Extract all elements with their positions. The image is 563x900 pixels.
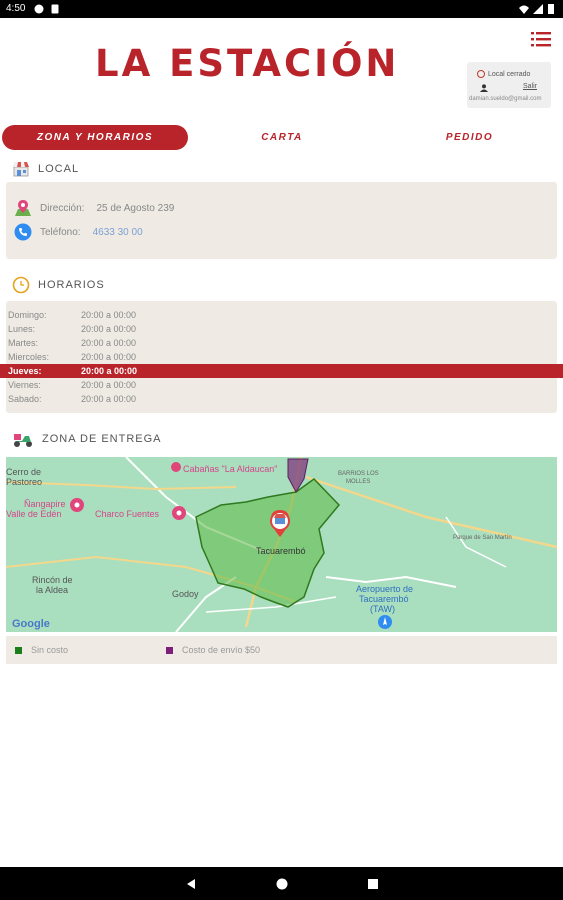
- tab-pedido[interactable]: PEDIDO: [376, 125, 563, 150]
- address-label: Dirección:: [40, 202, 85, 214]
- day-time: 20:00 a 00:00: [81, 380, 137, 390]
- phone-row: Teléfono: 4633 30 00: [14, 223, 143, 241]
- closed-status: Local cerrado: [477, 70, 530, 78]
- menu-list-icon[interactable]: [531, 30, 551, 48]
- cabanas-pin: [171, 462, 181, 472]
- legend-label: Sin costo: [31, 645, 69, 655]
- recents-icon[interactable]: [366, 877, 380, 891]
- delivery-scooter-icon: [14, 434, 32, 447]
- local-panel: Dirección: 25 de Agosto 239 Teléfono: 46…: [6, 182, 557, 259]
- legend-swatch-purple: [166, 646, 173, 654]
- map-label-cabanas: Cabañas "La Aldaucan": [183, 464, 277, 474]
- day-time: 20:00 a 00:00: [81, 310, 137, 320]
- hour-row-miercoles: Miercoles: 20:00 a 00:00: [0, 350, 557, 364]
- store-icon: [13, 162, 29, 177]
- phone-icon: [14, 223, 32, 241]
- map-label-godoy: Godoy: [172, 589, 199, 599]
- legend-item-sin-costo: Sin costo: [15, 645, 68, 655]
- wifi-icon: [519, 5, 529, 14]
- back-icon[interactable]: [184, 877, 198, 891]
- google-logo: Google: [12, 618, 50, 630]
- status-bar: 4:50: [0, 0, 563, 18]
- map-label-aeropuerto-3: (TAW): [370, 604, 395, 614]
- tab-zona-horarios[interactable]: ZONA Y HORARIOS: [2, 125, 188, 150]
- signal-icon: [533, 4, 543, 14]
- airport-pin: [378, 615, 392, 629]
- hour-row-sabado: Sabado: 20:00 a 00:00: [0, 392, 557, 406]
- navigation-bar: [0, 867, 563, 900]
- map-label-nangapire-1: Ñangapire: [24, 499, 66, 509]
- day-label: Martes:: [8, 338, 39, 348]
- user-email: damian.sueldo@gmail.com: [469, 96, 542, 102]
- day-label: Jueves:: [8, 366, 42, 376]
- notification-icon: [34, 4, 44, 14]
- local-section-title: LOCAL: [12, 160, 79, 178]
- map-label-nangapire-2: Valle de Edén: [6, 509, 61, 519]
- address-value: 25 de Agosto 239: [96, 202, 175, 214]
- day-time: 20:00 a 00:00: [81, 366, 138, 376]
- map-label-aeropuerto-2: Tacuarembó: [359, 594, 409, 604]
- legend-swatch-green: [15, 646, 22, 654]
- battery-icon: [548, 4, 554, 14]
- user-icon: [480, 84, 488, 92]
- zona-title: ZONA DE ENTREGA: [42, 433, 162, 445]
- day-time: 20:00 a 00:00: [81, 352, 137, 362]
- sd-card-icon: [51, 4, 59, 14]
- hour-row-domingo: Domingo: 20:00 a 00:00: [0, 308, 557, 322]
- horarios-title: HORARIOS: [38, 279, 105, 291]
- map-label-barrios-1: BARRIOS LOS: [338, 471, 379, 477]
- status-time: 4:50: [6, 3, 26, 14]
- tab-carta[interactable]: CARTA: [188, 125, 376, 150]
- day-time: 20:00 a 00:00: [81, 324, 137, 334]
- map-label-ruta: Parque de San Martín: [453, 535, 512, 541]
- logout-link[interactable]: Salir: [523, 83, 537, 90]
- map-pin-icon: [15, 200, 31, 216]
- closed-clock-icon: [477, 70, 485, 78]
- day-time: 20:00 a 00:00: [81, 394, 137, 404]
- brand-title: LA ESTACIÓN: [95, 42, 400, 85]
- day-label: Domingo:: [8, 310, 47, 320]
- day-label: Miercoles:: [8, 352, 50, 362]
- store-status-card: Local cerrado Salir damian.sueldo@gmail.…: [467, 62, 551, 108]
- legend-label: Costo de envío $50: [182, 645, 261, 655]
- status-right: [517, 3, 557, 18]
- map-label-barrios-2: MOLLES: [346, 479, 370, 485]
- zone-legend: Sin costo Costo de envío $50: [6, 636, 557, 664]
- home-icon[interactable]: [275, 877, 289, 891]
- hour-row-viernes: Viernes: 20:00 a 00:00: [0, 378, 557, 392]
- map-label-cerro-1: Cerro de: [6, 467, 41, 477]
- clock-icon: [12, 276, 30, 294]
- day-time: 20:00 a 00:00: [81, 338, 137, 348]
- closed-label: Local cerrado: [488, 70, 531, 78]
- tab-bar: ZONA Y HORARIOS CARTA PEDIDO: [0, 125, 563, 150]
- delivery-zone-map[interactable]: Cabañas "La Aldaucan" Cerro de Pastoreo …: [6, 457, 557, 632]
- map-label-charco: Charco Fuentes: [95, 509, 160, 519]
- hour-row-martes: Martes: 20:00 a 00:00: [0, 336, 557, 350]
- horarios-section-title: HORARIOS: [12, 276, 105, 294]
- hour-row-lunes: Lunes: 20:00 a 00:00: [0, 322, 557, 336]
- charco-pin: [172, 506, 186, 520]
- day-label: Sabado:: [8, 394, 42, 404]
- nangapire-pin: [70, 498, 84, 512]
- phone-link[interactable]: 4633 30 00: [93, 227, 143, 238]
- zona-section-title: ZONA DE ENTREGA: [12, 430, 162, 448]
- hour-row-jueves-today: Jueves: 20:00 a 00:00: [0, 364, 563, 378]
- address-row: Dirección: 25 de Agosto 239: [14, 199, 174, 217]
- day-label: Viernes:: [8, 380, 41, 390]
- map-label-cerro-2: Pastoreo: [6, 477, 42, 487]
- day-label: Lunes:: [8, 324, 36, 334]
- map-label-tacuarembo: Tacuarembó: [256, 546, 306, 556]
- map-label-rincon-2: la Aldea: [36, 585, 68, 595]
- local-title: LOCAL: [38, 163, 80, 175]
- legend-item-costo-envio: Costo de envío $50: [166, 645, 260, 655]
- map-label-rincon-1: Rincón de: [32, 575, 73, 585]
- phone-label: Teléfono:: [40, 226, 81, 238]
- map-label-aeropuerto-1: Aeropuerto de: [356, 584, 413, 594]
